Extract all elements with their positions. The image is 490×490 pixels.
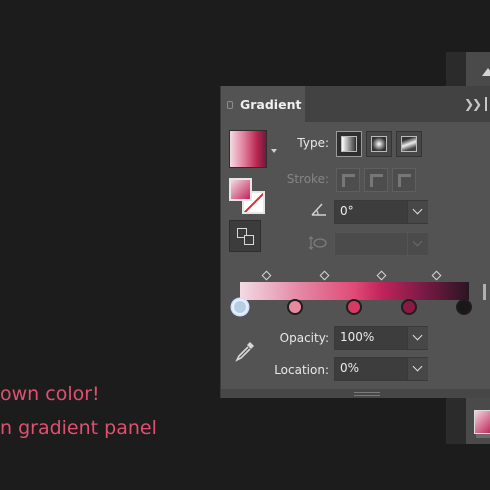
gradient-midpoint[interactable] <box>376 270 387 281</box>
chevron-down-icon <box>412 236 423 247</box>
gradient-slider[interactable] <box>240 282 469 300</box>
angle-dropdown-button[interactable] <box>407 201 428 223</box>
location-field[interactable]: 0% <box>334 357 428 381</box>
reverse-icon-overlay <box>244 235 254 245</box>
gradient-stop[interactable] <box>401 299 418 315</box>
stroke-within-button[interactable] <box>336 168 360 192</box>
gradient-midpoint[interactable] <box>262 270 272 281</box>
eyedropper-icon[interactable] <box>233 339 257 363</box>
caption-line-2: n gradient panel <box>0 417 157 439</box>
stroke-along-button[interactable] <box>364 168 388 192</box>
radial-gradient-icon <box>371 136 387 152</box>
opacity-value: 100% <box>340 330 375 344</box>
chevron-down-icon <box>412 204 423 215</box>
aspect-ratio-dropdown-button[interactable] <box>407 233 428 255</box>
gradient-panel: Gradient ❯❯ Type: Stroke: 0° Opacity: 10… <box>221 86 490 398</box>
freeform-gradient-button[interactable] <box>396 131 422 157</box>
stroke-label: Stroke: <box>286 172 329 186</box>
gradient-midpoint[interactable] <box>319 270 330 281</box>
angle-field[interactable]: 0° <box>334 200 428 224</box>
panel-title: Gradient <box>240 97 302 112</box>
aspect-ratio-field[interactable] <box>334 232 428 256</box>
angle-icon <box>311 203 326 216</box>
gradient-stop[interactable] <box>345 299 362 315</box>
linear-gradient-button[interactable] <box>336 131 362 157</box>
panel-menu-icon[interactable] <box>485 97 487 111</box>
dock-swatch-underline <box>476 434 490 438</box>
caption-line-1: own color! <box>0 383 100 405</box>
aspect-ratio-icon <box>309 236 327 250</box>
delete-stop-icon[interactable] <box>483 284 486 300</box>
collapse-panel-icon[interactable]: ❯❯ <box>464 97 482 111</box>
fill-swatch[interactable] <box>229 178 252 201</box>
dock-expand-icon <box>482 68 490 76</box>
gradient-stop[interactable] <box>455 299 472 315</box>
gradient-preview-swatch[interactable] <box>229 130 267 168</box>
location-dropdown-button[interactable] <box>407 358 428 380</box>
chevron-down-icon <box>412 361 423 372</box>
tab-grip-icon[interactable] <box>227 101 233 109</box>
location-value: 0% <box>340 361 360 375</box>
opacity-field[interactable]: 100% <box>334 326 428 350</box>
stroke-within-icon <box>342 174 355 187</box>
opacity-label: Opacity: <box>279 331 329 345</box>
stroke-across-button[interactable] <box>392 168 416 192</box>
gradient-midpoint[interactable] <box>431 270 442 281</box>
tab-gradient[interactable]: Gradient <box>221 86 305 122</box>
freeform-gradient-icon <box>401 136 417 152</box>
chevron-down-icon[interactable] <box>271 149 277 153</box>
type-label: Type: <box>297 136 329 150</box>
dock-gradient-swatch-icon <box>474 410 490 434</box>
reverse-gradient-button[interactable] <box>229 220 261 252</box>
stroke-across-icon <box>398 174 411 187</box>
resize-grip-icon[interactable] <box>354 392 380 396</box>
radial-gradient-button[interactable] <box>366 131 392 157</box>
location-label: Location: <box>274 363 329 377</box>
angle-value: 0° <box>340 204 354 218</box>
linear-gradient-icon <box>341 136 357 152</box>
opacity-dropdown-button[interactable] <box>407 327 428 349</box>
stroke-along-icon <box>370 174 383 187</box>
gradient-stop[interactable] <box>232 299 248 315</box>
panel-header[interactable]: Gradient ❯❯ <box>221 86 490 122</box>
chevron-down-icon <box>412 330 423 341</box>
gradient-stop[interactable] <box>286 299 303 315</box>
